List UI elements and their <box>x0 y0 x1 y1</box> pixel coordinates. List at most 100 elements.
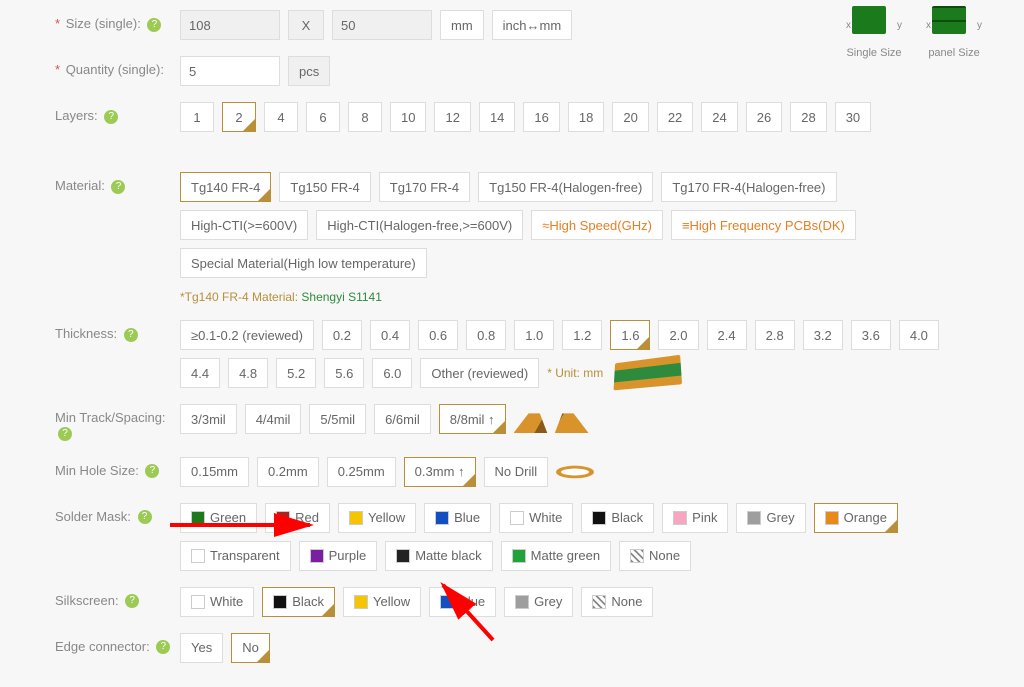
option-tg170-fr-4-halogen-free-[interactable]: Tg170 FR-4(Halogen-free) <box>661 172 836 202</box>
option-14[interactable]: 14 <box>479 102 515 132</box>
option-tg150-fr-4-halogen-free-[interactable]: Tg150 FR-4(Halogen-free) <box>478 172 653 202</box>
option-16[interactable]: 16 <box>523 102 559 132</box>
help-icon[interactable] <box>125 594 139 608</box>
help-icon[interactable] <box>147 18 161 32</box>
option-high-cti-600v-[interactable]: High-CTI(>=600V) <box>180 210 308 240</box>
option-other-reviewed-[interactable]: Other (reviewed) <box>420 358 539 388</box>
option-1[interactable]: 1 <box>180 102 214 132</box>
option-26[interactable]: 26 <box>746 102 782 132</box>
option-8[interactable]: 8 <box>348 102 382 132</box>
option-4-4[interactable]: 4.4 <box>180 358 220 388</box>
option-2-0[interactable]: 2.0 <box>658 320 698 350</box>
option-4-8[interactable]: 4.8 <box>228 358 268 388</box>
option-matte-green[interactable]: Matte green <box>501 541 611 571</box>
option-transparent[interactable]: Transparent <box>180 541 291 571</box>
inch-mm-toggle[interactable]: inch↔mm <box>492 10 573 40</box>
option-0-8[interactable]: 0.8 <box>466 320 506 350</box>
option-orange[interactable]: Orange <box>814 503 898 533</box>
option-matte-black[interactable]: Matte black <box>385 541 492 571</box>
option-no-drill[interactable]: No Drill <box>484 457 549 487</box>
option-5-6[interactable]: 5.6 <box>324 358 364 388</box>
help-icon[interactable] <box>145 464 159 478</box>
help-icon[interactable] <box>111 180 125 194</box>
option-white[interactable]: White <box>499 503 573 533</box>
option-4-4mil[interactable]: 4/4mil <box>245 404 302 434</box>
option--high-speed-ghz-[interactable]: ≈High Speed(GHz) <box>531 210 663 240</box>
option-4-0[interactable]: 4.0 <box>899 320 939 350</box>
help-icon[interactable] <box>58 427 72 441</box>
option-0-4[interactable]: 0.4 <box>370 320 410 350</box>
color-swatch-icon <box>396 549 410 563</box>
option-special-material-high-low-temperature-[interactable]: Special Material(High low temperature) <box>180 248 427 278</box>
thickness-illustration-icon <box>614 355 683 391</box>
option-2[interactable]: 2 <box>222 102 256 132</box>
option-6-6mil[interactable]: 6/6mil <box>374 404 431 434</box>
option-1-6[interactable]: 1.6 <box>610 320 650 350</box>
option-yellow[interactable]: Yellow <box>343 587 421 617</box>
quantity-input[interactable] <box>180 56 280 86</box>
option-tg150-fr-4[interactable]: Tg150 FR-4 <box>279 172 370 202</box>
color-swatch-icon <box>747 511 761 525</box>
option-green[interactable]: Green <box>180 503 257 533</box>
help-icon[interactable] <box>156 640 170 654</box>
option-5-2[interactable]: 5.2 <box>276 358 316 388</box>
option-30[interactable]: 30 <box>835 102 871 132</box>
help-icon[interactable] <box>138 510 152 524</box>
option-6-0[interactable]: 6.0 <box>372 358 412 388</box>
option-0-2[interactable]: 0.2 <box>322 320 362 350</box>
option-3-2[interactable]: 3.2 <box>803 320 843 350</box>
help-icon[interactable] <box>104 110 118 124</box>
option-white[interactable]: White <box>180 587 254 617</box>
option-12[interactable]: 12 <box>434 102 470 132</box>
option-no[interactable]: No <box>231 633 270 663</box>
option-0-6[interactable]: 0.6 <box>418 320 458 350</box>
option-yellow[interactable]: Yellow <box>338 503 416 533</box>
option-20[interactable]: 20 <box>612 102 648 132</box>
option-0-2mm[interactable]: 0.2mm <box>257 457 319 487</box>
size-width-input[interactable] <box>180 10 280 40</box>
option-black[interactable]: Black <box>262 587 335 617</box>
option--high-frequency-pcbs-dk-[interactable]: ≡High Frequency PCBs(DK) <box>671 210 856 240</box>
option-6[interactable]: 6 <box>306 102 340 132</box>
size-x-separator: X <box>288 10 324 40</box>
option-22[interactable]: 22 <box>657 102 693 132</box>
color-swatch-icon <box>310 549 324 563</box>
option-black[interactable]: Black <box>581 503 654 533</box>
option-3-6[interactable]: 3.6 <box>851 320 891 350</box>
option-tg170-fr-4[interactable]: Tg170 FR-4 <box>379 172 470 202</box>
help-icon[interactable] <box>124 328 138 342</box>
option--0-1-0-2-reviewed-[interactable]: ≥0.1-0.2 (reviewed) <box>180 320 314 350</box>
size-illustrations: x y Single Size x y panel Size <box>844 0 984 59</box>
option-yes[interactable]: Yes <box>180 633 223 663</box>
option-28[interactable]: 28 <box>790 102 826 132</box>
option-2-8[interactable]: 2.8 <box>755 320 795 350</box>
option-none[interactable]: None <box>581 587 653 617</box>
option-red[interactable]: Red <box>265 503 330 533</box>
option-24[interactable]: 24 <box>701 102 737 132</box>
option-0-3mm-[interactable]: 0.3mm ↑ <box>404 457 476 487</box>
size-unit: mm <box>440 10 484 40</box>
option-1-2[interactable]: 1.2 <box>562 320 602 350</box>
option-8-8mil-[interactable]: 8/8mil ↑ <box>439 404 506 434</box>
size-height-input[interactable] <box>332 10 432 40</box>
option-0-15mm[interactable]: 0.15mm <box>180 457 249 487</box>
option-high-cti-halogen-free-600v-[interactable]: High-CTI(Halogen-free,>=600V) <box>316 210 523 240</box>
option-1-0[interactable]: 1.0 <box>514 320 554 350</box>
color-swatch-icon <box>273 595 287 609</box>
option-2-4[interactable]: 2.4 <box>707 320 747 350</box>
option-blue[interactable]: Blue <box>429 587 496 617</box>
color-swatch-icon <box>510 511 524 525</box>
option-pink[interactable]: Pink <box>662 503 728 533</box>
option-18[interactable]: 18 <box>568 102 604 132</box>
option-0-25mm[interactable]: 0.25mm <box>327 457 396 487</box>
option-10[interactable]: 10 <box>390 102 426 132</box>
option-blue[interactable]: Blue <box>424 503 491 533</box>
option-tg140-fr-4[interactable]: Tg140 FR-4 <box>180 172 271 202</box>
option-5-5mil[interactable]: 5/5mil <box>309 404 366 434</box>
option-none[interactable]: None <box>619 541 691 571</box>
option-purple[interactable]: Purple <box>299 541 378 571</box>
option-4[interactable]: 4 <box>264 102 298 132</box>
option-grey[interactable]: Grey <box>504 587 573 617</box>
option-grey[interactable]: Grey <box>736 503 805 533</box>
option-3-3mil[interactable]: 3/3mil <box>180 404 237 434</box>
